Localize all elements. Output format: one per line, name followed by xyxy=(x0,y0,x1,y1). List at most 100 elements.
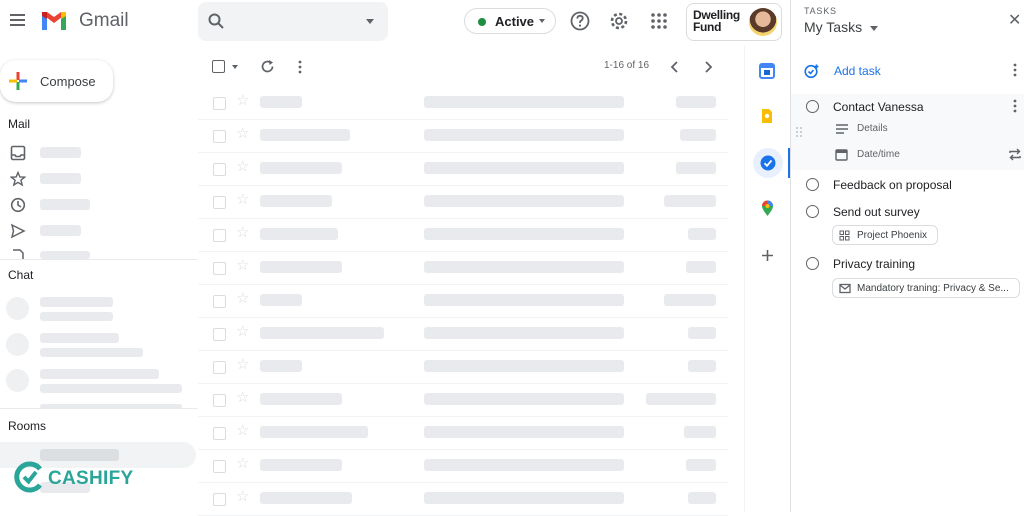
sidebar-item-starred[interactable] xyxy=(40,173,81,184)
chevron-left-icon[interactable] xyxy=(670,61,680,73)
chevron-down-icon[interactable] xyxy=(232,65,238,69)
email-row[interactable]: ☆ xyxy=(198,218,728,252)
more-vert-icon[interactable] xyxy=(297,60,303,74)
chat-item[interactable] xyxy=(40,369,159,379)
task-complete-checkbox[interactable] xyxy=(806,178,819,191)
task-item[interactable]: Send out survey Project Phoenix xyxy=(791,202,1024,248)
add-icon[interactable] xyxy=(761,249,774,262)
email-row[interactable]: ☆ xyxy=(198,416,728,450)
email-row[interactable]: ☆ xyxy=(198,86,728,120)
keep-icon[interactable] xyxy=(761,108,773,124)
task-title[interactable]: Contact Vanessa xyxy=(833,100,924,114)
email-row[interactable]: ☆ xyxy=(198,482,728,516)
refresh-icon[interactable] xyxy=(260,59,275,74)
subject-placeholder xyxy=(424,195,624,207)
email-row[interactable]: ☆ xyxy=(198,119,728,153)
task-item-expanded[interactable]: Contact Vanessa Details Date/time xyxy=(791,94,1024,170)
star-icon[interactable]: ☆ xyxy=(236,456,249,472)
gmail-logo[interactable] xyxy=(40,10,70,32)
row-checkbox[interactable] xyxy=(213,97,226,110)
settings-icon[interactable] xyxy=(608,10,630,32)
star-icon[interactable] xyxy=(10,171,26,187)
task-list-selector[interactable]: My Tasks xyxy=(804,19,879,35)
sidebar-item-snoozed[interactable] xyxy=(40,199,90,210)
row-checkbox[interactable] xyxy=(213,130,226,143)
inbox-icon[interactable] xyxy=(10,145,26,161)
close-icon[interactable]: ✕ xyxy=(1008,13,1021,29)
row-checkbox[interactable] xyxy=(213,295,226,308)
search-options-icon[interactable] xyxy=(366,19,374,24)
clock-icon[interactable] xyxy=(10,197,26,213)
email-row[interactable]: ☆ xyxy=(198,251,728,285)
chat-item[interactable] xyxy=(40,333,119,343)
chevron-right-icon[interactable] xyxy=(703,61,713,73)
email-row[interactable]: ☆ xyxy=(198,284,728,318)
row-checkbox[interactable] xyxy=(213,328,226,341)
row-checkbox[interactable] xyxy=(213,427,226,440)
email-row[interactable]: ☆ xyxy=(198,449,728,483)
search-icon[interactable] xyxy=(208,13,224,29)
calendar-icon[interactable] xyxy=(759,63,775,79)
star-icon[interactable]: ☆ xyxy=(236,159,249,175)
datetime-field[interactable]: Date/time xyxy=(857,149,900,160)
status-selector[interactable]: Active xyxy=(464,8,556,34)
star-icon[interactable]: ☆ xyxy=(236,225,249,241)
repeat-icon[interactable] xyxy=(1008,148,1022,161)
star-icon[interactable]: ☆ xyxy=(236,192,249,208)
sidebar-item-sent[interactable] xyxy=(40,225,81,236)
task-item[interactable]: Feedback on proposal xyxy=(791,176,1024,198)
search-bar[interactable] xyxy=(198,2,388,41)
row-checkbox[interactable] xyxy=(213,196,226,209)
star-icon[interactable]: ☆ xyxy=(236,390,249,406)
row-checkbox[interactable] xyxy=(213,493,226,506)
more-vert-icon[interactable] xyxy=(1012,63,1018,77)
task-item[interactable]: Privacy training Mandatory traning: Priv… xyxy=(791,255,1024,301)
send-icon[interactable] xyxy=(10,223,26,239)
star-icon[interactable]: ☆ xyxy=(236,291,249,307)
row-checkbox[interactable] xyxy=(213,460,226,473)
email-row[interactable]: ☆ xyxy=(198,383,728,417)
star-icon[interactable]: ☆ xyxy=(236,357,249,373)
task-title[interactable]: Send out survey xyxy=(833,205,920,219)
row-checkbox[interactable] xyxy=(213,163,226,176)
draft-icon[interactable] xyxy=(10,249,26,259)
row-checkbox[interactable] xyxy=(213,394,226,407)
sidebar-item-inbox[interactable] xyxy=(40,147,81,158)
task-source-chip[interactable]: Project Phoenix xyxy=(832,225,938,245)
details-field[interactable]: Details xyxy=(857,123,888,134)
email-row[interactable]: ☆ xyxy=(198,152,728,186)
tasks-icon[interactable] xyxy=(760,155,776,171)
star-icon[interactable]: ☆ xyxy=(236,258,249,274)
task-title[interactable]: Feedback on proposal xyxy=(833,178,952,192)
maps-icon[interactable] xyxy=(761,200,774,217)
sidebar-item-drafts[interactable] xyxy=(40,251,90,259)
email-row[interactable]: ☆ xyxy=(198,185,728,219)
row-checkbox[interactable] xyxy=(213,229,226,242)
task-complete-checkbox[interactable] xyxy=(806,100,819,113)
avatar[interactable] xyxy=(749,8,777,36)
task-complete-checkbox[interactable] xyxy=(806,205,819,218)
star-icon[interactable]: ☆ xyxy=(236,126,249,142)
mail-icon xyxy=(839,283,851,294)
email-row[interactable]: ☆ xyxy=(198,350,728,384)
star-icon[interactable]: ☆ xyxy=(236,93,249,109)
help-icon[interactable] xyxy=(569,10,591,32)
row-checkbox[interactable] xyxy=(213,262,226,275)
select-all-checkbox[interactable] xyxy=(212,60,225,73)
task-source-chip[interactable]: Mandatory traning: Privacy & Se... xyxy=(832,278,1020,298)
apps-icon[interactable] xyxy=(648,10,670,32)
task-complete-checkbox[interactable] xyxy=(806,257,819,270)
compose-button[interactable]: Compose xyxy=(0,60,113,102)
menu-icon[interactable] xyxy=(8,10,28,30)
email-row[interactable]: ☆ xyxy=(198,317,728,351)
drag-handle-icon[interactable] xyxy=(795,126,803,138)
task-title[interactable]: Privacy training xyxy=(833,257,915,271)
account-switcher[interactable]: Dwelling Fund xyxy=(686,3,782,41)
star-icon[interactable]: ☆ xyxy=(236,489,249,505)
star-icon[interactable]: ☆ xyxy=(236,324,249,340)
row-checkbox[interactable] xyxy=(213,361,226,374)
sender-placeholder xyxy=(260,228,338,240)
star-icon[interactable]: ☆ xyxy=(236,423,249,439)
chat-item[interactable] xyxy=(40,297,113,307)
more-vert-icon[interactable] xyxy=(1012,99,1018,113)
